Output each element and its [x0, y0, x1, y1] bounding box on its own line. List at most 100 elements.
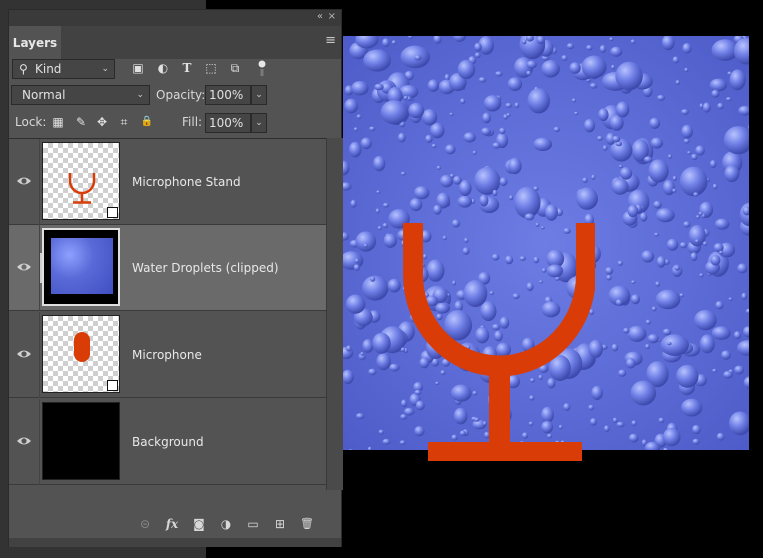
water-droplet	[382, 202, 390, 208]
water-droplet	[378, 429, 384, 435]
water-droplet	[522, 39, 527, 45]
visibility-eye-icon[interactable]	[16, 433, 32, 449]
visibility-eye-icon[interactable]	[16, 173, 32, 189]
lock-image-pixels-icon[interactable]: ✎	[74, 112, 88, 132]
water-droplet	[382, 223, 388, 228]
filter-kind-label: Kind	[35, 62, 62, 76]
delete-layer-icon[interactable]: 🗑	[299, 516, 315, 532]
water-droplet	[581, 55, 607, 79]
water-droplet	[459, 180, 472, 196]
layer-list-scrollbar[interactable]	[326, 138, 343, 490]
water-droplet	[702, 241, 708, 246]
link-layers-icon[interactable]: ⊝	[137, 516, 153, 532]
new-group-icon[interactable]: ▭	[245, 516, 261, 532]
water-droplet	[618, 369, 627, 377]
water-droplet	[709, 78, 728, 92]
water-droplet	[369, 126, 376, 131]
water-droplet	[690, 252, 698, 261]
layer-list: Microphone Stand Water Droplets (clipped…	[9, 138, 326, 491]
layer-name[interactable]: Water Droplets (clipped)	[132, 258, 279, 278]
water-droplet	[687, 151, 692, 155]
layer-row-microphone-stand[interactable]: Microphone Stand	[9, 139, 326, 225]
new-layer-icon[interactable]: ⊞	[272, 516, 288, 532]
search-icon: ⚲	[19, 62, 28, 76]
water-droplet	[695, 239, 700, 244]
lock-artboard-icon[interactable]: ⌗	[117, 112, 131, 132]
tab-layers[interactable]: Layers	[9, 26, 61, 59]
water-droplet	[662, 328, 672, 336]
water-droplet	[368, 368, 377, 376]
blend-mode-dropdown[interactable]: Normal ⌄	[11, 85, 150, 105]
water-droplet	[683, 221, 691, 228]
water-droplet	[681, 124, 693, 139]
opacity-slider-toggle[interactable]: ⌄	[251, 85, 267, 105]
layer-name[interactable]: Microphone	[132, 345, 202, 365]
panel-menu-icon[interactable]: ≡	[325, 34, 336, 48]
layer-thumbnail[interactable]	[42, 228, 120, 306]
smart-object-filter-icon[interactable]: ⧉	[227, 59, 243, 77]
water-droplet	[695, 215, 700, 219]
opacity-input[interactable]: 100%	[205, 85, 251, 105]
water-droplet	[653, 200, 662, 209]
water-droplet	[596, 135, 604, 141]
water-droplet	[506, 113, 511, 117]
water-droplet	[586, 45, 593, 51]
water-droplet	[382, 438, 391, 445]
lock-position-icon[interactable]: ✥	[95, 112, 109, 132]
layer-name[interactable]: Microphone Stand	[132, 172, 241, 192]
water-droplet	[391, 40, 397, 45]
visibility-eye-icon[interactable]	[16, 259, 32, 275]
filter-toggle-icon[interactable]	[257, 59, 267, 79]
type-filter-icon[interactable]: T	[179, 59, 195, 77]
panel-title-bar[interactable]: « ×	[9, 10, 341, 26]
water-droplet	[362, 275, 389, 301]
water-droplet	[618, 164, 623, 168]
water-droplet	[610, 46, 623, 57]
water-droplet	[615, 299, 623, 306]
water-droplet	[507, 77, 522, 91]
chevron-down-icon: ⌄	[101, 64, 109, 74]
water-droplet	[571, 98, 577, 103]
water-droplet	[351, 81, 369, 96]
layer-name[interactable]: Background	[132, 432, 204, 452]
layer-thumbnail[interactable]	[42, 315, 120, 393]
adjustment-filter-icon[interactable]: ◐	[155, 59, 171, 77]
water-droplet	[397, 132, 406, 143]
collapse-panel-icon[interactable]: «	[317, 11, 323, 23]
water-droplet	[431, 143, 437, 148]
water-droplet	[668, 154, 672, 159]
new-adjustment-icon[interactable]: ◑	[218, 516, 234, 532]
close-panel-icon[interactable]: ×	[328, 11, 336, 23]
water-droplet	[615, 61, 643, 91]
shape-filter-icon[interactable]: ⬚	[203, 59, 219, 77]
water-droplet	[657, 94, 665, 101]
layer-row-microphone[interactable]: Microphone	[9, 312, 326, 398]
water-droplet	[681, 398, 703, 417]
lock-all-icon[interactable]: 🔒	[140, 112, 154, 132]
water-droplet	[609, 37, 614, 41]
fill-input[interactable]: 100%	[205, 113, 251, 133]
visibility-eye-icon[interactable]	[16, 346, 32, 362]
water-droplet	[604, 425, 610, 432]
layer-row-water-droplets[interactable]: Water Droplets (clipped)	[9, 225, 326, 311]
water-droplet	[430, 122, 445, 139]
water-droplet	[533, 137, 553, 151]
layer-row-background[interactable]: Background	[9, 399, 326, 485]
layer-thumbnail[interactable]	[42, 142, 120, 220]
filter-kind-dropdown[interactable]: ⚲ Kind ⌄	[12, 59, 115, 79]
water-droplet	[650, 137, 664, 149]
fill-slider-toggle[interactable]: ⌄	[251, 113, 267, 133]
lock-transparent-pixels-icon[interactable]: ▦	[51, 112, 65, 132]
water-droplet	[699, 334, 715, 354]
layer-thumbnail[interactable]	[42, 402, 120, 480]
fx-icon[interactable]: fx	[164, 516, 180, 532]
water-droplet	[645, 343, 650, 350]
water-droplet	[533, 186, 539, 192]
water-droplet	[681, 109, 689, 115]
water-droplet	[363, 49, 391, 72]
image-filter-icon[interactable]: ▣	[130, 59, 146, 77]
water-droplet	[699, 273, 704, 278]
add-mask-icon[interactable]: ◙	[191, 516, 207, 532]
water-droplet	[655, 281, 661, 287]
layers-bottom-toolbar: ⊝ fx ◙ ◑ ▭ ⊞ 🗑	[9, 510, 341, 538]
